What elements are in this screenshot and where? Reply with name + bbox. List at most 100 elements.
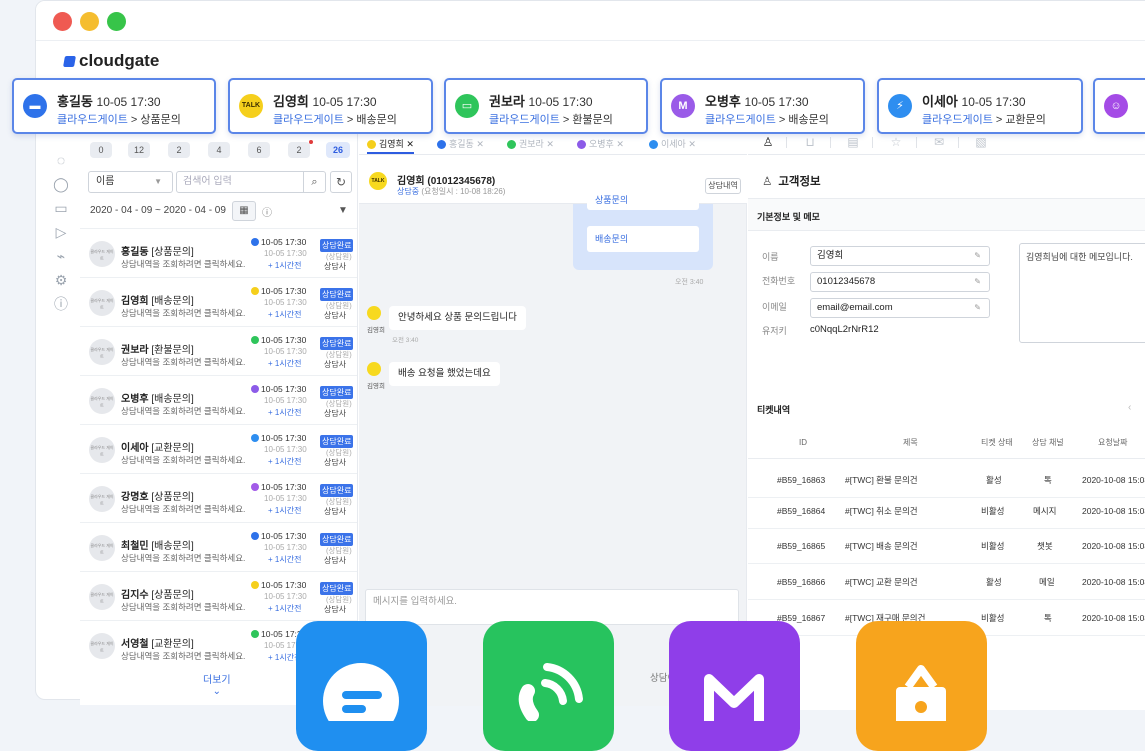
list-item[interactable]: 클라우드 게이트 강명호 [상품문의] 상담내역을 조회하려면 클릭하세요. 1… (80, 473, 357, 522)
more-button[interactable]: 더보기 ⌄ (203, 671, 231, 697)
row-time: 10-05 17:30 (261, 580, 307, 590)
row-time: 10-05 17:30 (261, 237, 307, 247)
avatar: 클라우드 게이트 (89, 388, 115, 414)
chat-message: 안녕하세요 상품 문의드립니다 (389, 306, 526, 330)
chat-tab[interactable]: 오병후 ✕ (577, 134, 624, 154)
card-path-link[interactable]: 클라우드게이트 (922, 114, 993, 126)
cart-icon[interactable]: ⊔ (800, 132, 820, 152)
notification-card[interactable]: ▭ 권보라 10-05 17:30 클라우드게이트 > 환불문의 (444, 78, 648, 134)
count-chip[interactable]: 0 (90, 142, 112, 158)
chevron-left-icon[interactable]: ‹ (1128, 402, 1131, 413)
whatsapp-icon[interactable]: ◯ (53, 176, 69, 192)
card-path-link[interactable]: 클라우드게이트 (57, 114, 128, 126)
filter-select-value: 이름 (96, 176, 115, 187)
card-path-link[interactable]: 클라우드게이트 (273, 114, 344, 126)
star-icon[interactable]: ☆ (886, 132, 906, 152)
person-icon[interactable]: ♙ (758, 132, 778, 152)
divider (872, 137, 873, 148)
edit-icon[interactable]: ✎ (974, 299, 981, 317)
filter-select[interactable]: 이름 ▼ (88, 171, 173, 193)
column-header: 제목 (903, 438, 918, 447)
chat-tab[interactable]: 권보라 ✕ (507, 134, 554, 154)
filter-icon[interactable]: ▼ (338, 205, 348, 216)
menu-item[interactable]: 배송문의 (587, 226, 699, 252)
close-window-button[interactable] (53, 12, 72, 31)
chart-icon[interactable]: ⌁ (53, 248, 69, 264)
refresh-button[interactable]: ↻ (330, 171, 352, 193)
list-item[interactable]: 클라우드 게이트 김지수 [상품문의] 상담내역을 조회하려면 클릭하세요. 1… (80, 571, 357, 620)
ticket-date: 2020-10-08 15:08 (1082, 541, 1145, 551)
notification-card[interactable]: TALK 김영희 10-05 17:30 클라우드게이트 > 배송문의 (228, 78, 433, 134)
close-icon[interactable]: ✕ (688, 139, 696, 149)
avatar: 클라우드 게이트 (89, 584, 115, 610)
info-icon[interactable]: ⓘ (53, 296, 69, 312)
card-path-link[interactable]: 클라우드게이트 (705, 114, 776, 126)
count-chip[interactable]: 4 (208, 142, 230, 158)
info-icon[interactable]: ⓘ (262, 204, 272, 219)
phone-field[interactable]: 01012345678 ✎ (810, 272, 990, 292)
chat-tab[interactable]: 김영희 ✕ (367, 134, 414, 154)
conversation-list-pane: 0 12 2 4 6 2 26 이름 ▼ 검색어 입력 ⌕ ↻ 2020 - 04 … (80, 125, 358, 705)
ticket-channel: 톡 (1044, 613, 1052, 623)
edit-icon[interactable]: ✎ (974, 247, 981, 265)
kakaotalk-icon: TALK (369, 172, 387, 190)
close-icon[interactable]: ✕ (406, 139, 414, 149)
box-icon[interactable]: ▭ (53, 200, 69, 216)
edit-icon[interactable]: ✎ (974, 273, 981, 291)
menu-item[interactable]: 상품문의 (587, 194, 699, 210)
gear-icon[interactable]: ⚙ (53, 272, 69, 288)
avatar: 클라우드 게이트 (89, 486, 115, 512)
section-header-label: 티켓내역 (757, 405, 791, 415)
list-item[interactable]: 클라우드 게이트 홍길동 [상품문의] 상담내역을 조회하려면 클릭하세요. 1… (80, 228, 357, 277)
calendar-button[interactable]: ▦ (232, 201, 256, 221)
notification-card[interactable]: ⚡ 이세아 10-05 17:30 클라우드게이트 > 교환문의 (877, 78, 1083, 134)
name-label: 이름 (762, 252, 779, 262)
list-item[interactable]: 클라우드 게이트 이세아 [교환문의] 상담내역을 조회하려면 클릭하세요. 1… (80, 424, 357, 473)
minimize-window-button[interactable] (80, 12, 99, 31)
document-icon[interactable]: ▤ (843, 132, 863, 152)
card-path: > 교환문의 (992, 114, 1046, 126)
send-icon[interactable]: ▷ (53, 224, 69, 240)
email-field[interactable]: email@email.com ✎ (810, 298, 990, 318)
message-time: 오전 3:40 (675, 279, 704, 286)
notification-card[interactable]: ☺ (1093, 78, 1145, 134)
message-input[interactable]: 메시지를 입력하세요. (365, 589, 739, 625)
inquiry-tag: [상품문의] (151, 247, 194, 258)
table-row[interactable]: #B59_16866 #[TWC] 교환 문의건 활성 메일 2020-10-0… (748, 564, 1145, 600)
close-icon[interactable]: ✕ (616, 139, 624, 149)
memo-field[interactable]: 김영희님에 대한 메모입니다. (1019, 243, 1145, 343)
search-icon[interactable]: ⌕ (303, 172, 325, 192)
name-field[interactable]: 김영희 ✎ (810, 246, 990, 266)
row-time-secondary: 10-05 17:30 (264, 543, 307, 552)
search-input[interactable]: 검색어 입력 ⌕ (176, 171, 326, 193)
column-header: 티켓 상태 (981, 438, 1013, 447)
table-row[interactable]: #B59_16865 #[TWC] 배송 문의건 비활성 챗봇 2020-10-… (748, 528, 1145, 564)
count-chip[interactable]: 2 (288, 142, 310, 158)
close-icon[interactable]: ✕ (476, 139, 484, 149)
avatar: 클라우드 게이트 (89, 437, 115, 463)
table-row[interactable]: #B59_16864 #[TWC] 취소 문의건 비활성 메시지 2020-10… (748, 493, 1145, 529)
count-chip[interactable]: 2 (168, 142, 190, 158)
close-icon[interactable]: ✕ (546, 139, 554, 149)
notification-card[interactable]: ▬ 홍길동 10-05 17:30 클라우드게이트 > 상품문의 (12, 78, 216, 134)
count-chip[interactable]: 12 (128, 142, 150, 158)
list-item[interactable]: 클라우드 게이트 최철민 [배송문의] 상담내역을 조회하려면 클릭하세요. 1… (80, 522, 357, 571)
list-item[interactable]: 클라우드 게이트 오병후 [배송문의] 상담내역을 조회하려면 클릭하세요. 1… (80, 375, 357, 424)
chat-tab[interactable]: 홍길동 ✕ (437, 134, 484, 154)
card-path-link[interactable]: 클라우드게이트 (489, 114, 560, 126)
count-chip[interactable]: 6 (248, 142, 270, 158)
row-time-secondary: 10-05 17:30 (264, 298, 307, 307)
notification-card[interactable]: M 오병후 10-05 17:30 클라우드게이트 > 배송문의 (660, 78, 865, 134)
chat-tab[interactable]: 이세아 ✕ (649, 134, 696, 154)
maximize-window-button[interactable] (107, 12, 126, 31)
mail-icon[interactable]: ✉ (929, 132, 949, 152)
count-chip-all[interactable]: 26 (326, 142, 350, 158)
chat-bubble-icon[interactable]: ◌ (53, 152, 69, 168)
list-item[interactable]: 클라우드 게이트 김영희 [배송문의] 상담내역을 조회하려면 클릭하세요. 1… (80, 277, 357, 326)
row-ago: + 1시간전 (268, 604, 302, 613)
list-item[interactable]: 클라우드 게이트 권보라 [환불문의] 상담내역을 조회하려면 클릭하세요. 1… (80, 326, 357, 375)
receipt-icon[interactable]: ▧ (971, 132, 991, 152)
column-header: 상담 채널 (1032, 438, 1064, 447)
inquiry-tag: [환불문의] (151, 345, 194, 356)
history-button[interactable]: 상담내역 (705, 178, 741, 194)
